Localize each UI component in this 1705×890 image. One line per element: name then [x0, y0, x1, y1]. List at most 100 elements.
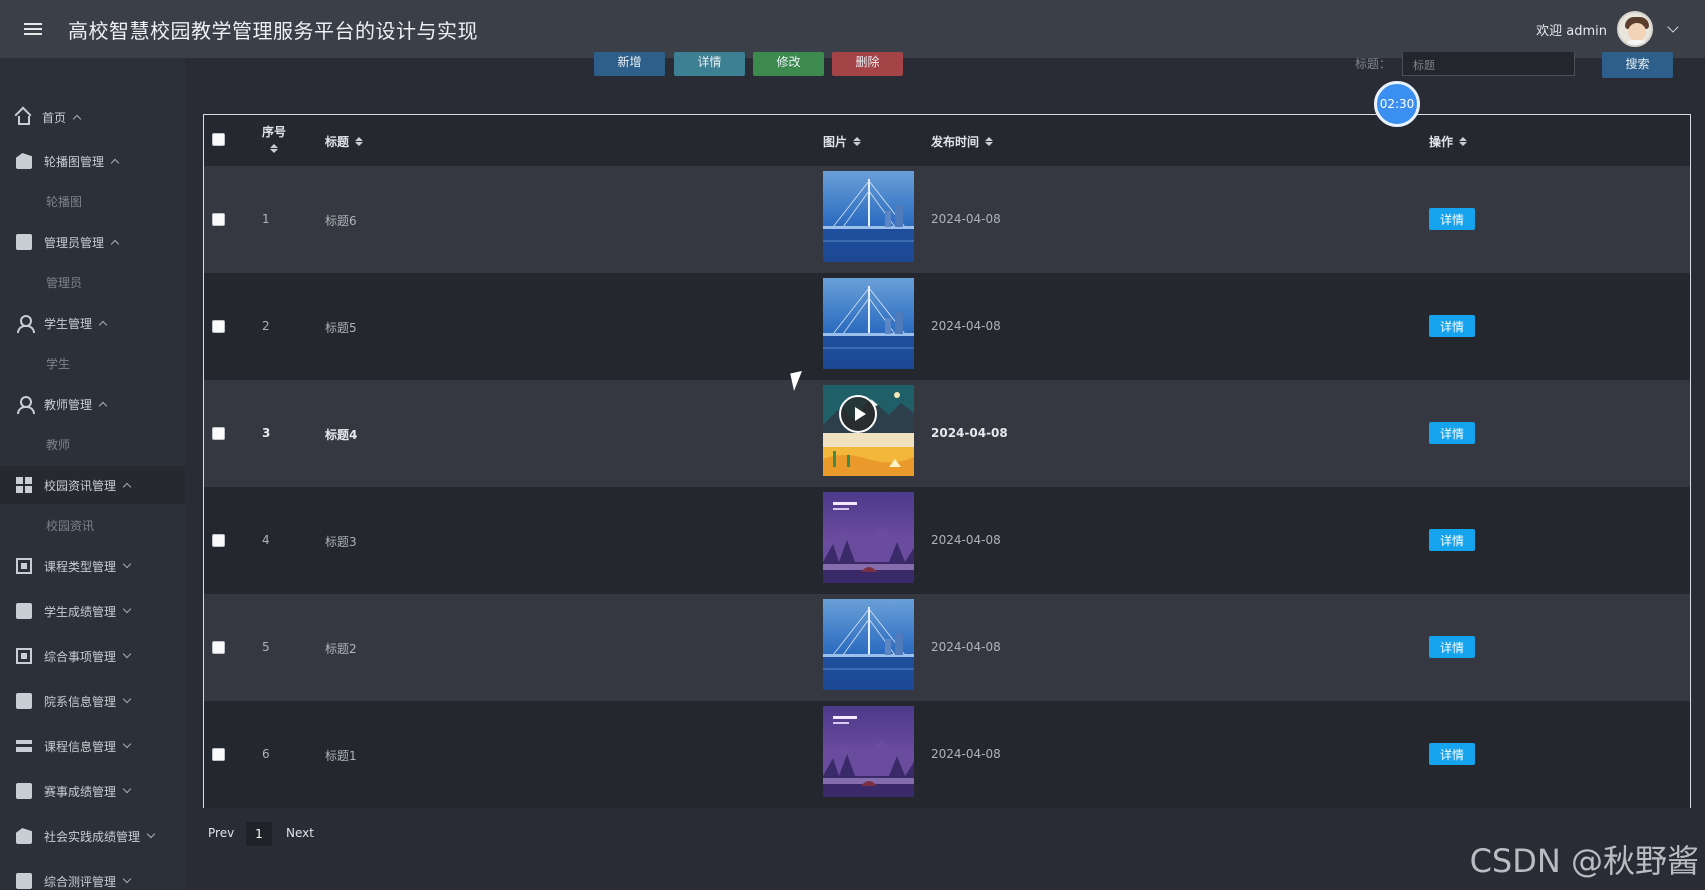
chevron-down-icon[interactable] — [1667, 21, 1679, 33]
row-detail-button[interactable]: 详情 — [1429, 208, 1475, 230]
sidebar-item-label: 管理员管理 — [44, 235, 105, 250]
chevron-up-icon — [122, 482, 132, 492]
summer-time-image[interactable] — [823, 492, 914, 583]
row-date: 2024-04-08 — [931, 640, 1001, 654]
bridge-image[interactable] — [823, 599, 914, 690]
sidebar-item-admin[interactable]: 管理员管理 — [0, 223, 185, 261]
col-date-label: 发布时间 — [931, 135, 980, 149]
sidebar-item-department[interactable]: 院系信息管理 — [0, 682, 185, 720]
user-menu[interactable]: 欢迎 admin — [1536, 0, 1679, 58]
sidebar-item-label: 课程类型管理 — [44, 559, 117, 574]
col-image[interactable]: 图片 — [823, 133, 862, 150]
sidebar-item-label: 课程信息管理 — [44, 739, 117, 754]
sidebar-sub-admin[interactable]: 管理员 — [0, 267, 185, 297]
sidebar-item-competition[interactable]: 赛事成绩管理 — [0, 772, 185, 810]
search-input[interactable] — [1402, 52, 1575, 76]
sort-icon[interactable] — [853, 137, 862, 146]
sort-icon[interactable] — [270, 144, 278, 153]
row-detail-button[interactable]: 详情 — [1429, 315, 1475, 337]
sidebar-item-affairs[interactable]: 综合事项管理 — [0, 637, 185, 675]
sort-icon[interactable] — [355, 137, 364, 146]
row-checkbox[interactable] — [212, 641, 225, 654]
detail-button[interactable]: 详情 — [674, 52, 745, 76]
home-icon — [18, 115, 30, 125]
summer-time-image[interactable] — [823, 706, 914, 797]
bridge-image[interactable] — [823, 171, 914, 262]
sidebar-item-home[interactable]: 首页 — [0, 98, 185, 136]
edit-button[interactable]: 修改 — [753, 52, 824, 76]
sidebar-item-label: 校园资讯管理 — [44, 478, 117, 493]
sidebar-item-score[interactable]: 学生成绩管理 — [0, 592, 185, 630]
sidebar-sub-news[interactable]: 校园资讯 — [0, 510, 185, 540]
sidebar-item-carousel[interactable]: 轮播图管理 — [0, 142, 185, 180]
chevron-up-icon — [110, 158, 120, 168]
add-button[interactable]: 新增 — [594, 52, 665, 76]
table-header: 序号 标题 图片 发布时间 操作 — [204, 115, 1690, 166]
col-date[interactable]: 发布时间 — [931, 133, 994, 150]
table-row[interactable]: 4 标题3 2024-04-08 详情 — [204, 487, 1690, 594]
watermark: CSDN @秋野酱 — [1469, 842, 1699, 880]
sidebar-item-student[interactable]: 学生管理 — [0, 304, 185, 342]
row-title: 标题1 — [325, 749, 357, 763]
row-checkbox[interactable] — [212, 213, 225, 226]
sort-icon[interactable] — [1459, 137, 1468, 146]
col-action[interactable]: 操作 — [1429, 133, 1468, 150]
avatar[interactable] — [1617, 11, 1653, 47]
menu-toggle-icon[interactable] — [24, 20, 42, 38]
row-detail-button[interactable]: 详情 — [1429, 636, 1475, 658]
sidebar-item-course-info[interactable]: 课程信息管理 — [0, 727, 185, 765]
chevron-down-icon — [122, 604, 132, 614]
table-row[interactable]: 6 标题1 2024-04-08 详情 — [204, 701, 1690, 808]
chevron-down-icon — [122, 784, 132, 794]
sidebar-item-evaluation[interactable]: 综合测评管理 — [0, 862, 185, 890]
row-detail-button[interactable]: 详情 — [1429, 422, 1475, 444]
bridge-image[interactable] — [823, 278, 914, 369]
select-all-checkbox[interactable] — [212, 133, 225, 146]
sidebar-sub-teacher[interactable]: 教师 — [0, 429, 185, 459]
row-checkbox[interactable] — [212, 320, 225, 333]
delete-button[interactable]: 删除 — [832, 52, 903, 76]
sidebar-item-label: 学生管理 — [44, 316, 93, 331]
row-title: 标题2 — [325, 642, 357, 656]
sidebar-item-label: 社会实践成绩管理 — [44, 829, 141, 844]
table-row[interactable]: 2 标题5 2024-04-08 详情 — [204, 273, 1690, 380]
col-title[interactable]: 标题 — [325, 133, 364, 150]
search-button[interactable]: 搜索 — [1602, 52, 1673, 78]
sidebar-item-practice[interactable]: 社会实践成绩管理 — [0, 817, 185, 855]
row-index: 2 — [262, 319, 270, 333]
sidebar-item-teacher[interactable]: 教师管理 — [0, 385, 185, 423]
data-table: 序号 标题 图片 发布时间 操作 1 标题6 2024-04-08 详情 2 标… — [203, 114, 1691, 808]
folder-icon — [16, 693, 32, 709]
row-date: 2024-04-08 — [931, 212, 1001, 226]
sort-icon[interactable] — [985, 137, 994, 146]
table-row[interactable]: 5 标题2 2024-04-08 详情 — [204, 594, 1690, 701]
sidebar: 首页 轮播图管理 轮播图 管理员管理 管理员 学生管理 学生 教师管理 教师 校… — [0, 58, 185, 890]
chip-icon — [16, 558, 32, 574]
sidebar-item-label: 首页 — [42, 110, 67, 125]
list-icon — [16, 738, 32, 754]
table-row[interactable]: 1 标题6 2024-04-08 详情 — [204, 166, 1690, 273]
chevron-up-icon — [72, 114, 82, 124]
prev-page-button[interactable]: Prev — [208, 826, 234, 840]
desert-video-image[interactable] — [823, 385, 914, 476]
contact-icon — [16, 648, 32, 664]
row-checkbox[interactable] — [212, 427, 225, 440]
chevron-up-icon — [110, 239, 120, 249]
play-icon[interactable] — [839, 395, 877, 433]
top-header: 高校智慧校园教学管理服务平台的设计与实现 欢迎 admin — [0, 0, 1705, 58]
row-checkbox[interactable] — [212, 534, 225, 547]
sidebar-sub-student[interactable]: 学生 — [0, 348, 185, 378]
col-index[interactable]: 序号 — [262, 123, 286, 153]
row-detail-button[interactable]: 详情 — [1429, 743, 1475, 765]
table-row[interactable]: 3 标题4 2024-04-08 详情 — [204, 380, 1690, 487]
sidebar-sub-carousel[interactable]: 轮播图 — [0, 186, 185, 216]
sidebar-item-news[interactable]: 校园资讯管理 — [0, 466, 185, 504]
row-date: 2024-04-08 — [931, 533, 1001, 547]
row-detail-button[interactable]: 详情 — [1429, 529, 1475, 551]
row-title: 标题6 — [325, 214, 357, 228]
page-number-button[interactable]: 1 — [246, 822, 272, 846]
sidebar-item-course-type[interactable]: 课程类型管理 — [0, 547, 185, 585]
sidebar-item-label: 轮播图管理 — [44, 154, 105, 169]
next-page-button[interactable]: Next — [286, 826, 314, 840]
row-checkbox[interactable] — [212, 748, 225, 761]
